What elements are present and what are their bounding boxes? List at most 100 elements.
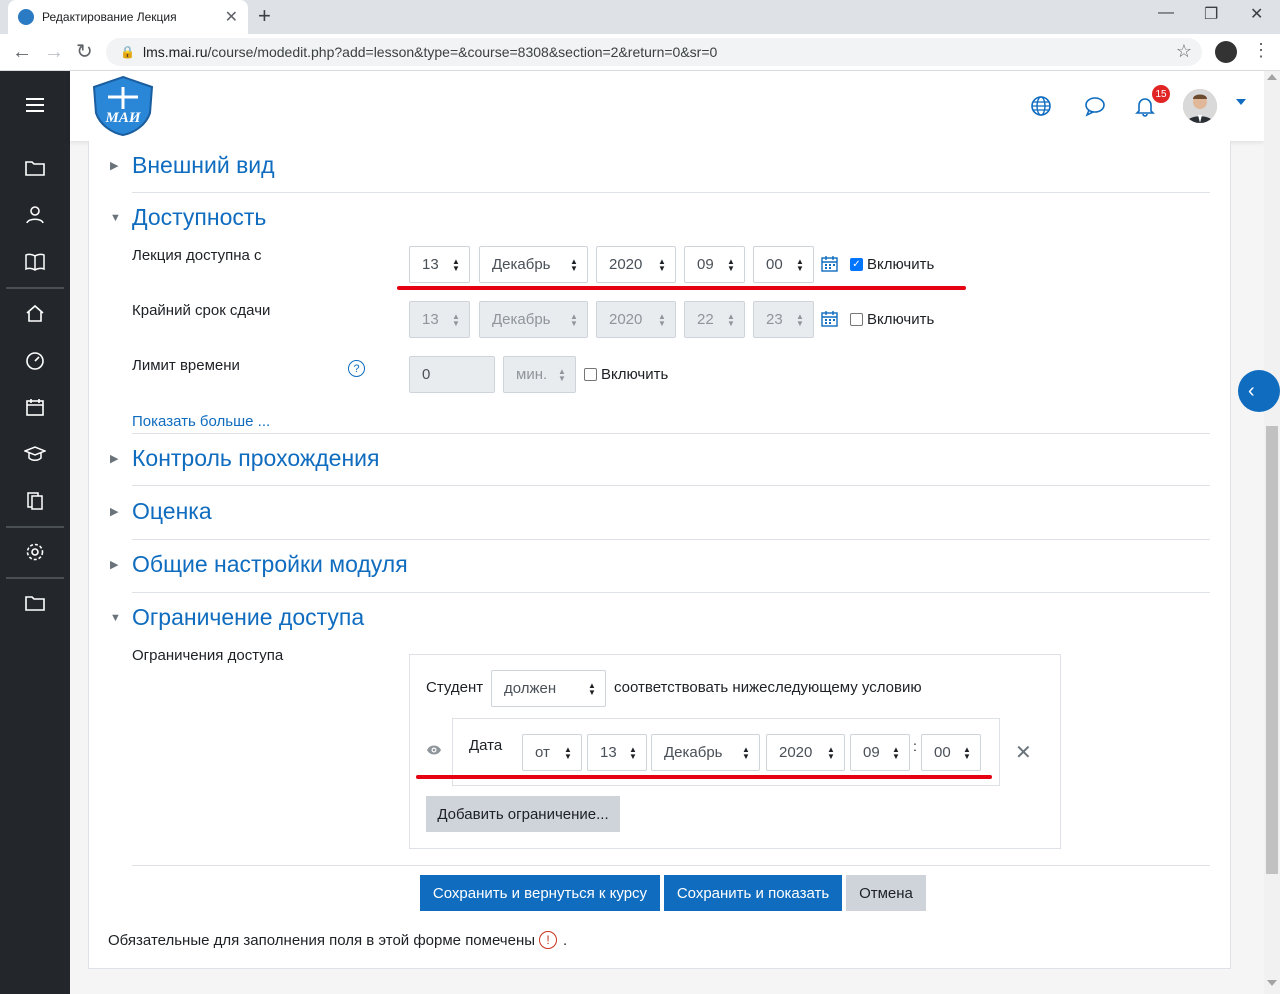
sidebar-divider <box>6 287 64 289</box>
deadline-enable-checkbox[interactable]: Включить <box>850 311 934 328</box>
save-and-display-button[interactable]: Сохранить и показать <box>664 875 842 911</box>
svg-text:МАИ: МАИ <box>104 110 141 126</box>
notification-count-badge: 15 <box>1152 85 1170 103</box>
select-arrows-icon: ▲ ▼ <box>558 367 566 383</box>
address-bar-row: ← → ↻ 🔒 lms.mai.ru/course/modedit.php?ad… <box>0 34 1280 71</box>
calendar-icon[interactable] <box>20 392 50 422</box>
select-arrows-icon: ▲ ▼ <box>796 312 804 328</box>
available-from-day-select[interactable]: 13 ▲ ▼ <box>409 246 470 283</box>
show-more-link[interactable]: Показать больше ... <box>132 413 270 430</box>
close-window-icon[interactable]: ✕ <box>1250 4 1263 24</box>
available-from-enable-checkbox[interactable]: ✓ Включить <box>850 256 934 273</box>
section-title: Внешний вид <box>132 152 275 178</box>
divider <box>132 539 1210 540</box>
time-limit-input[interactable]: 0 <box>409 356 495 393</box>
required-exclamation-icon: ! <box>539 931 558 949</box>
must-select[interactable]: должен ▲ ▼ <box>491 670 606 707</box>
time-limit-unit-select[interactable]: мин. ▲ ▼ <box>503 356 576 393</box>
grades-book-icon[interactable] <box>20 247 50 277</box>
condition-text: соответствовать нижеследующему условию <box>614 679 922 696</box>
section-appearance[interactable]: ▶ Внешний вид <box>110 152 275 179</box>
available-from-year-select[interactable]: 2020 ▲ ▼ <box>596 246 676 283</box>
section-availability[interactable]: ▼ Доступность <box>110 204 266 231</box>
restriction-month-select[interactable]: Декабрь ▲ ▼ <box>651 734 760 771</box>
save-and-return-button[interactable]: Сохранить и вернуться к курсу <box>420 875 660 911</box>
add-restriction-button[interactable]: Добавить ограничение... <box>426 796 620 832</box>
browser-tab[interactable]: Редактирование Лекция ✕ <box>8 0 248 34</box>
available-from-hour-select[interactable]: 09 ▲ ▼ <box>684 246 745 283</box>
calendar-icon[interactable] <box>821 310 839 328</box>
checkbox-checked-icon[interactable]: ✓ <box>850 258 863 271</box>
section-common-module[interactable]: ▶ Общие настройки модуля <box>110 551 408 578</box>
delete-condition-icon[interactable]: ✕ <box>1015 740 1032 765</box>
folder-icon[interactable] <box>20 588 50 618</box>
deadline-day-select[interactable]: 13 ▲ ▼ <box>409 301 470 338</box>
reload-icon[interactable]: ↻ <box>76 40 93 64</box>
restriction-minute-select[interactable]: 00 ▲ ▼ <box>921 734 981 771</box>
section-flow-control[interactable]: ▶ Контроль прохождения <box>110 445 379 472</box>
language-globe-icon[interactable] <box>1030 95 1054 119</box>
home-icon[interactable] <box>20 298 50 328</box>
folder-icon[interactable] <box>20 153 50 183</box>
sidebar-divider <box>6 526 64 528</box>
checkbox-unchecked-icon[interactable] <box>850 313 863 326</box>
back-icon[interactable]: ← <box>12 40 32 64</box>
cancel-button[interactable]: Отмена <box>846 875 926 911</box>
restriction-day-select[interactable]: 13 ▲ ▼ <box>587 734 647 771</box>
new-tab-icon[interactable]: + <box>258 4 271 28</box>
bookmark-star-icon[interactable]: ☆ <box>1176 41 1192 62</box>
section-restrict-access[interactable]: ▼ Ограничение доступа <box>110 604 364 631</box>
minimize-icon[interactable]: — <box>1158 4 1174 22</box>
hamburger-menu-icon[interactable] <box>20 90 50 120</box>
date-label: Дата <box>469 737 503 754</box>
scrollbar-thumb[interactable] <box>1266 426 1278 874</box>
forward-icon[interactable]: → <box>44 40 64 64</box>
deadline-year-select[interactable]: 2020 ▲ ▼ <box>596 301 676 338</box>
deadline-minute-select[interactable]: 23 ▲ ▼ <box>753 301 814 338</box>
red-underline-annotation <box>397 286 966 290</box>
time-colon: : <box>913 738 917 754</box>
help-question-icon[interactable]: ? <box>348 360 365 377</box>
close-tab-icon[interactable]: ✕ <box>225 7 238 27</box>
open-drawer-chevron-left-icon[interactable]: ‹ <box>1238 370 1280 412</box>
deadline-hour-select[interactable]: 22 ▲ ▼ <box>684 301 745 338</box>
dashboard-gauge-icon[interactable] <box>20 345 50 375</box>
graduation-cap-icon[interactable] <box>20 439 50 469</box>
restore-icon[interactable]: ❐ <box>1204 4 1218 24</box>
chevron-right-icon: ▶ <box>110 559 119 571</box>
restriction-hour-select[interactable]: 09 ▲ ▼ <box>850 734 910 771</box>
available-from-month-select[interactable]: Декабрь ▲ ▼ <box>479 246 588 283</box>
tab-title: Редактирование Лекция <box>42 10 177 24</box>
available-from-minute-select[interactable]: 00 ▲ ▼ <box>753 246 814 283</box>
user-avatar[interactable] <box>1183 89 1217 123</box>
available-from-label: Лекция доступна с <box>132 247 262 264</box>
scroll-down-arrow-icon[interactable] <box>1267 980 1277 986</box>
chevron-down-icon: ▼ <box>110 611 121 624</box>
divider <box>132 485 1210 486</box>
eye-icon[interactable] <box>426 743 442 755</box>
select-arrows-icon: ▲ ▼ <box>570 312 578 328</box>
mai-logo[interactable]: МАИ <box>90 75 156 137</box>
gear-icon[interactable] <box>20 537 50 567</box>
private-files-icon[interactable] <box>20 486 50 516</box>
user-menu-chevron-icon[interactable] <box>1236 99 1246 105</box>
calendar-icon[interactable] <box>821 255 839 273</box>
section-grade[interactable]: ▶ Оценка <box>110 498 212 525</box>
scroll-up-arrow-icon[interactable] <box>1267 74 1277 80</box>
restrictions-label: Ограничения доступа <box>132 647 284 664</box>
messages-icon[interactable] <box>1084 95 1108 119</box>
browser-menu-icon[interactable]: ⋮ <box>1252 40 1270 61</box>
browser-profile-avatar[interactable] <box>1215 41 1237 63</box>
direction-select[interactable]: от ▲ ▼ <box>522 734 582 771</box>
student-label: Студент <box>426 679 484 696</box>
participants-icon[interactable] <box>20 200 50 230</box>
time-limit-enable-checkbox[interactable]: Включить <box>584 366 668 383</box>
restriction-year-select[interactable]: 2020 ▲ ▼ <box>766 734 845 771</box>
section-title: Общие настройки модуля <box>132 551 408 577</box>
select-arrows-icon: ▲ ▼ <box>588 681 596 697</box>
url-field[interactable]: 🔒 lms.mai.ru/course/modedit.php?add=less… <box>106 38 1202 66</box>
deadline-label: Крайний срок сдачи <box>132 302 271 319</box>
checkbox-unchecked-icon[interactable] <box>584 368 597 381</box>
deadline-month-select[interactable]: Декабрь ▲ ▼ <box>479 301 588 338</box>
select-arrows-icon: ▲ ▼ <box>658 257 666 273</box>
